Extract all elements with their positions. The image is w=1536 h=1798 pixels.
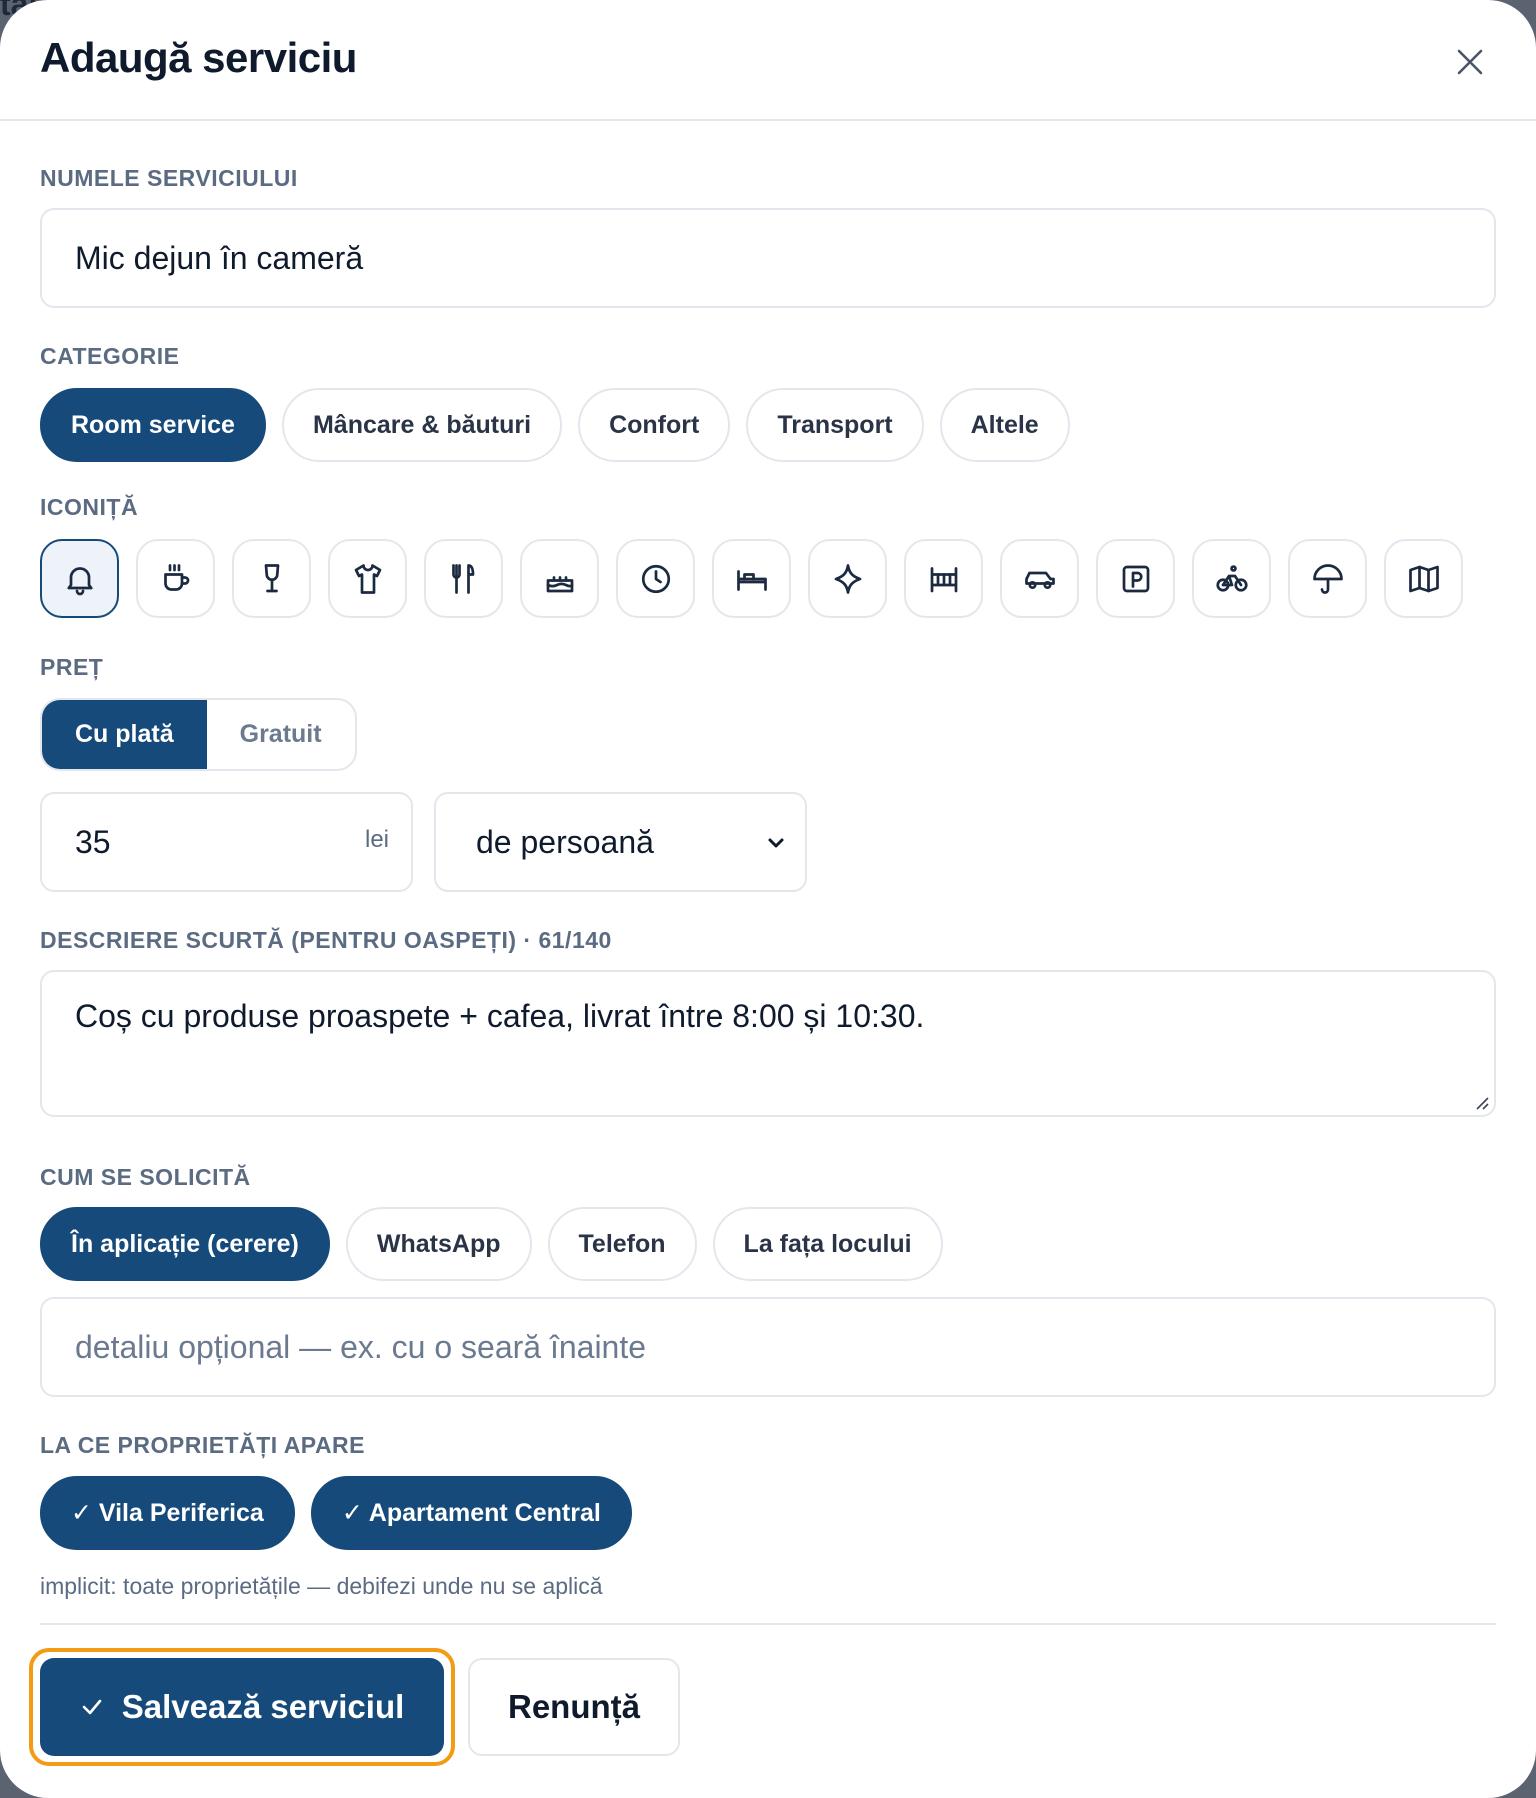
icon-option-coffee[interactable] <box>136 539 215 618</box>
cake-icon <box>546 575 573 592</box>
category-transport[interactable]: Transport <box>746 388 924 462</box>
icon-option-clock[interactable] <box>616 539 695 618</box>
request-method-label: CUM SE SOLICITĂ <box>40 1164 251 1190</box>
price-amount-value: 35 <box>75 823 111 860</box>
crib-icon <box>930 566 957 592</box>
category-room-service[interactable]: Room service <box>40 388 266 462</box>
icon-option-wine[interactable] <box>232 539 311 618</box>
add-service-modal: Adaugă serviciu NUMELE SERVICIULUI Mic d… <box>0 0 1536 1798</box>
category-food-drinks[interactable]: Mâncare & băuturi <box>281 388 563 462</box>
description-value: Coș cu produse proaspete + cafea, livrat… <box>75 998 925 1034</box>
property-options: ✓ Vila Periferica ✓ Apartament Central <box>40 1476 632 1550</box>
icon-option-parking[interactable] <box>1096 539 1175 618</box>
modal-title: Adaugă serviciu <box>40 34 357 81</box>
price-mode-free[interactable]: Gratuit <box>207 700 355 769</box>
icon-option-umbrella[interactable] <box>1288 539 1367 618</box>
category-comfort[interactable]: Confort <box>578 388 731 462</box>
price-amount-input[interactable]: 35 lei <box>40 792 413 892</box>
icon-option-bell[interactable] <box>40 539 119 618</box>
close-icon <box>1457 49 1483 75</box>
property-vila-periferica[interactable]: ✓ Vila Periferica <box>40 1476 295 1550</box>
category-options: Room service Mâncare & băuturi Confort T… <box>40 388 1070 462</box>
clock-icon <box>641 564 670 593</box>
price-mode-paid[interactable]: Cu plată <box>42 700 207 769</box>
request-method-options: În aplicație (cerere) WhatsApp Telefon L… <box>40 1207 943 1281</box>
chevron-down-icon <box>768 838 784 848</box>
icon-option-car[interactable] <box>1000 539 1079 618</box>
icon-option-map[interactable] <box>1384 539 1463 618</box>
bicycle-icon <box>1215 564 1248 592</box>
check-icon <box>82 1699 102 1715</box>
umbrella-icon <box>1312 563 1343 594</box>
price-unit-label: lei <box>364 826 389 853</box>
icon-option-crib[interactable] <box>904 539 983 618</box>
parking-icon <box>1122 565 1149 592</box>
properties-label: LA CE PROPRIETĂȚI APARE <box>40 1432 365 1458</box>
icon-option-bed[interactable] <box>712 539 791 618</box>
close-button[interactable] <box>1444 36 1496 88</box>
save-button-label: Salvează serviciul <box>121 1688 405 1725</box>
cutlery-icon <box>451 563 474 594</box>
description-label: DESCRIERE SCURTĂ (PENTRU OASPEȚI) · 61/1… <box>40 927 612 953</box>
request-on-site[interactable]: La fața locului <box>712 1207 943 1281</box>
service-name-label: NUMELE SERVICIULUI <box>40 165 298 191</box>
properties-hint: implicit: toate proprietățile — debifezi… <box>40 1573 603 1599</box>
bed-icon <box>736 569 767 591</box>
request-detail-input[interactable]: detaliu opțional — ex. cu o seară înaint… <box>40 1297 1496 1397</box>
save-service-button[interactable]: Salvează serviciul <box>40 1658 444 1756</box>
icon-option-cutlery[interactable] <box>424 539 503 618</box>
price-mode-toggle: Cu plată Gratuit <box>40 698 357 771</box>
request-whatsapp[interactable]: WhatsApp <box>345 1207 532 1281</box>
icon-option-bicycle[interactable] <box>1192 539 1271 618</box>
map-icon <box>1408 565 1439 592</box>
price-per-value: de persoană <box>476 823 654 860</box>
category-other[interactable]: Altele <box>939 388 1070 462</box>
resize-handle-icon[interactable] <box>1472 1093 1490 1111</box>
price-per-select[interactable]: de persoană <box>434 792 807 892</box>
bell-icon <box>66 566 93 595</box>
shirt-icon <box>354 563 381 594</box>
coffee-cup-icon <box>163 563 189 591</box>
description-textarea[interactable]: Coș cu produse proaspete + cafea, livrat… <box>40 970 1496 1117</box>
icon-option-cake[interactable] <box>520 539 599 618</box>
icon-option-shirt[interactable] <box>328 539 407 618</box>
modal-header: Adaugă serviciu <box>0 0 1536 121</box>
sparkle-icon <box>834 563 861 594</box>
price-label: PREȚ <box>40 654 104 680</box>
service-name-input[interactable]: Mic dejun în cameră <box>40 208 1496 308</box>
request-in-app[interactable]: În aplicație (cerere) <box>40 1207 330 1281</box>
icon-option-sparkle[interactable] <box>808 539 887 618</box>
icon-picker <box>40 539 1463 618</box>
car-icon <box>1024 571 1055 589</box>
icon-label: ICONIȚĂ <box>40 494 139 520</box>
footer-divider <box>40 1623 1496 1625</box>
property-apartament-central[interactable]: ✓ Apartament Central <box>310 1476 632 1550</box>
wine-glass-icon <box>264 563 279 592</box>
request-phone[interactable]: Telefon <box>547 1207 697 1281</box>
cancel-button[interactable]: Renunță <box>468 1658 680 1756</box>
category-label: CATEGORIE <box>40 343 180 369</box>
